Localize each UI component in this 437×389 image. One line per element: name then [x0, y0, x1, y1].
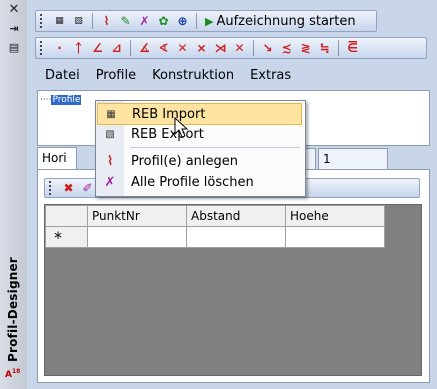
delete-point-icon[interactable]: ✖ — [60, 180, 77, 197]
menu-item-reb-import[interactable]: ▦ REB Import — [97, 103, 302, 125]
cross-icon[interactable]: ✕ — [174, 40, 191, 57]
grid-cell[interactable] — [87, 226, 187, 248]
column-header-abstand[interactable]: Abstand — [186, 205, 286, 227]
offset-icon[interactable]: ↘ — [259, 40, 276, 57]
menu-extras[interactable]: Extras — [242, 66, 299, 86]
column-header-punktnr[interactable]: PunktNr — [87, 205, 187, 227]
points-grid-area: PunktNr Abstand Hoehe * — [44, 204, 422, 376]
table-row: * — [45, 226, 385, 248]
reb-export-icon[interactable]: ▧ — [70, 13, 87, 30]
column-header-hoehe[interactable]: Hoehe — [285, 205, 385, 227]
menu-item-label: Profil(e) anlegen — [131, 153, 239, 169]
trim-icon[interactable]: ≾ — [278, 40, 295, 57]
split-icon[interactable]: ≒ — [316, 40, 333, 57]
profile-context-menu: ▦ REB Import ▧ REB Export ⌇ Profil(e) an… — [95, 100, 306, 197]
grid-corner[interactable] — [45, 205, 88, 227]
menu-separator — [130, 147, 300, 148]
parallel-alt-icon[interactable]: ∢ — [155, 40, 172, 57]
toolbar-top: ▦ ▧ ⌇ ✎ ✗ ✿ ⊕ ▶ Aufzeichnung starten — [35, 10, 377, 32]
menu-item-label: REB Import — [132, 106, 206, 122]
menu-item-profile-create[interactable]: ⌇ Profil(e) anlegen — [97, 151, 302, 171]
menu-item-label: REB Export — [131, 126, 204, 142]
tree-node-profile[interactable]: ····Profile — [40, 95, 82, 105]
toolbar-separator — [253, 40, 254, 56]
point-icon[interactable]: · — [51, 40, 68, 57]
profile-delete-icon[interactable]: ✗ — [136, 13, 153, 30]
profile-edit-icon[interactable]: ✎ — [117, 13, 134, 30]
mouse-cursor-icon — [174, 117, 189, 138]
parallel-icon[interactable]: ∡ — [136, 40, 153, 57]
app-logo: A18 — [5, 368, 21, 380]
toolbar-separator — [338, 40, 339, 56]
menu-item-label: Alle Profile löschen — [131, 174, 254, 190]
profile-settings-icon[interactable]: ✿ — [155, 13, 172, 30]
toolbar-grip[interactable] — [49, 181, 55, 195]
new-row-marker[interactable]: * — [45, 226, 88, 248]
cross-alt-icon[interactable]: ⨯ — [193, 40, 210, 57]
menu-item-reb-export[interactable]: ▧ REB Export — [97, 124, 302, 144]
play-icon: ▶ — [205, 14, 214, 28]
tab-messages[interactable]: 1 Meldung — [318, 148, 388, 186]
grid-cell[interactable] — [285, 226, 385, 248]
merge-icon[interactable]: ⋶ — [344, 40, 361, 57]
reb-export-icon: ▧ — [105, 128, 115, 140]
palette-title: Profil-Designer — [6, 257, 20, 363]
grid-header-row: PunktNr Abstand Hoehe — [45, 205, 385, 227]
profile-create-icon[interactable]: ⌇ — [98, 13, 115, 30]
toolbar-separator — [92, 13, 93, 29]
record-button-label: Aufzeichnung starten — [216, 13, 356, 29]
palette-side-bar: ✕ ⇥ ▤ Profil-Designer A18 — [0, 0, 28, 389]
toolbar-separator — [130, 40, 131, 56]
reb-import-icon: ▦ — [106, 108, 116, 120]
tab-panel: ✖ ✐ PunktNr Abstand Hoehe * — [37, 169, 430, 383]
menu-konstruktion[interactable]: Konstruktion — [144, 66, 242, 86]
main-panel: ▦ ▧ ⌇ ✎ ✗ ✿ ⊕ ▶ Aufzeichnung starten · ᛏ… — [27, 0, 437, 389]
menu-datei[interactable]: Datei — [37, 66, 88, 86]
pin-icon[interactable]: ⇥ — [7, 22, 21, 36]
extend-icon[interactable]: ≷ — [297, 40, 314, 57]
angle-alt-icon[interactable]: ⊿ — [108, 40, 125, 57]
record-button[interactable]: ▶ Aufzeichnung starten — [202, 14, 359, 29]
profile-delete-all-icon: ✗ — [104, 174, 116, 190]
intersect-icon[interactable]: ⋊ — [212, 40, 229, 57]
toolbar-grip[interactable] — [40, 14, 46, 28]
grid-cell[interactable] — [186, 226, 286, 248]
zoom-icon[interactable]: ⊕ — [174, 13, 191, 30]
profile-point-icon[interactable]: ✐ — [79, 180, 96, 197]
profile-create-icon: ⌇ — [106, 153, 114, 169]
close-icon[interactable]: ✕ — [7, 3, 21, 17]
points-grid: PunktNr Abstand Hoehe * — [45, 205, 385, 248]
reb-import-icon[interactable]: ▦ — [51, 13, 68, 30]
toolbar-grip[interactable] — [40, 41, 46, 55]
delete-cross-icon[interactable]: ✕ — [231, 40, 248, 57]
menu-item-delete-all-profiles[interactable]: ✗ Alle Profile löschen — [97, 172, 302, 192]
properties-icon[interactable]: ▤ — [7, 41, 21, 55]
angle-icon[interactable]: ∠ — [89, 40, 106, 57]
vertical-line-icon[interactable]: ᛏ — [70, 40, 87, 57]
menu-bar: Datei Profile Konstruktion Extras — [37, 66, 299, 86]
toolbar-separator — [196, 13, 197, 29]
toolbar-construction: · ᛏ ∠ ⊿ ∡ ∢ ✕ ⨯ ⋊ ✕ ↘ ≾ ≷ ≒ ⋶ — [35, 37, 427, 59]
menu-profile[interactable]: Profile — [88, 66, 144, 86]
tab-horizontal[interactable]: Hori — [37, 147, 77, 170]
